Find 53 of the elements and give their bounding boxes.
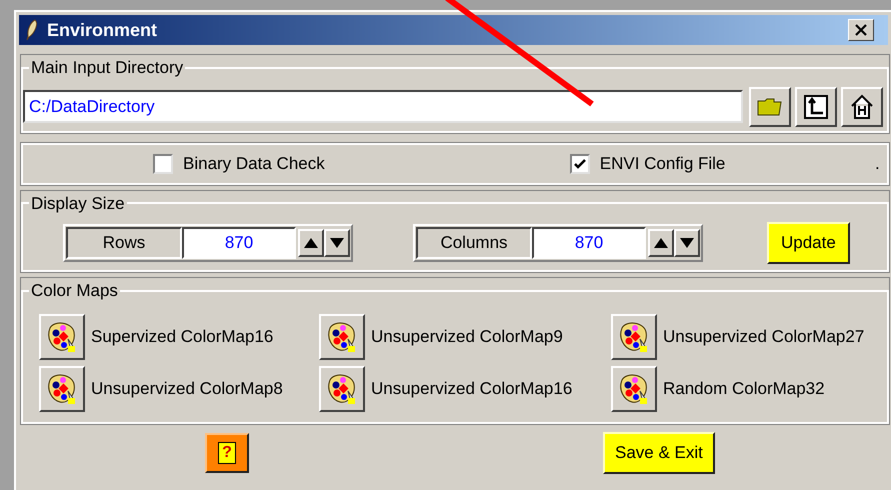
down-arrow-icon [330,238,344,248]
down-arrow-icon [680,238,694,248]
check-icon [572,156,587,170]
palette-icon [46,320,78,354]
palette-icon [618,372,650,406]
palette-icon [46,372,78,406]
group-label: Color Maps [30,280,119,302]
color-map-label: Unsupervized ColorMap27 [663,326,864,348]
palette-icon [326,320,358,354]
cut-off-text: . [875,152,880,174]
palette-icon [326,372,358,406]
group-label: Display Size [30,192,126,214]
color-map-button[interactable] [611,366,657,412]
browse-folder-button[interactable] [749,86,791,126]
home-button[interactable] [841,86,883,126]
close-icon [855,24,867,36]
home-icon [850,94,874,120]
spin-up-button[interactable] [648,229,674,257]
up-arrow-icon [654,238,668,248]
feather-icon [25,19,39,41]
group-label: Main Input Directory [30,57,184,79]
color-map-label: Supervized ColorMap16 [91,326,274,348]
color-map-button[interactable] [611,314,657,360]
save-exit-button[interactable]: Save & Exit [603,432,715,474]
up-arrow-icon [304,238,318,248]
color-map-label: Unsupervized ColorMap8 [91,378,283,400]
field-label: Rows [66,227,182,259]
update-button[interactable]: Update [767,222,850,264]
color-map-label: Unsupervized ColorMap16 [371,378,572,400]
checkbox-label: ENVI Config File [600,152,726,175]
spin-up-button[interactable] [298,229,324,257]
spin-down-button[interactable] [324,229,350,257]
close-button[interactable] [848,19,874,41]
color-map-button[interactable] [319,366,365,412]
window-title: Environment [47,18,158,42]
number-field[interactable]: 870 [532,227,646,259]
parent-directory-button[interactable] [795,86,837,126]
spin-down-button[interactable] [674,229,700,257]
help-button[interactable]: ? [205,432,249,472]
number-field[interactable]: 870 [182,227,296,259]
checkbox[interactable] [153,154,173,174]
color-map-button[interactable] [319,314,365,360]
field-label: Columns [416,227,532,259]
color-map-button[interactable] [39,366,85,412]
color-map-label: Unsupervized ColorMap9 [371,326,563,348]
color-map-label: Random ColorMap32 [663,378,825,400]
checkbox[interactable] [570,154,590,174]
checkbox-label: Binary Data Check [183,152,325,175]
up-arrow-box-icon [804,94,828,118]
directory-field[interactable]: C:/DataDirectory [23,90,743,123]
folder-icon [757,96,783,116]
palette-icon [618,320,650,354]
color-map-button[interactable] [39,314,85,360]
